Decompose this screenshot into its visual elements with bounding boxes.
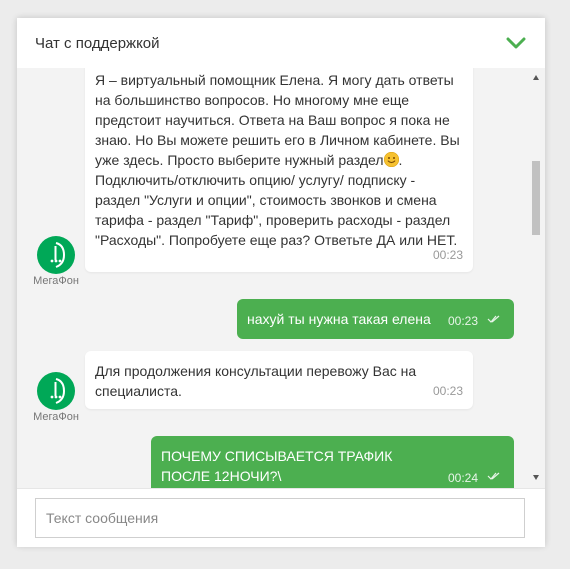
double-check-icon	[487, 315, 500, 323]
chat-header: Чат с поддержкой	[17, 18, 545, 68]
message-time: 00:23	[447, 314, 478, 328]
scroll-up-arrow-icon[interactable]	[533, 75, 539, 80]
sender-name: МегаФон	[33, 275, 79, 287]
message-composer	[17, 488, 545, 547]
message-input[interactable]	[35, 498, 525, 538]
message-time: 00:23	[432, 384, 463, 398]
message-text: Для продолжения консультации перевожу Ва…	[95, 363, 417, 399]
message-list[interactable]: Я – виртуальный помощник Елена. Я могу д…	[17, 68, 545, 488]
chevron-down-icon	[506, 37, 526, 49]
megafon-logo-icon	[50, 242, 66, 268]
collapse-button[interactable]	[503, 30, 529, 56]
message-list-scrollbar[interactable]	[529, 68, 543, 488]
scroll-down-arrow-icon[interactable]	[533, 475, 539, 480]
support-chat-widget: Чат с поддержкой Я – виртуальный помощни…	[17, 18, 545, 547]
megafon-avatar	[37, 236, 75, 274]
scrollbar-thumb[interactable]	[532, 161, 540, 235]
sender-name: МегаФон	[33, 411, 79, 423]
message-text: ПОЧЕМУ СПИСЫВАЕТСЯ ТРАФИК ПОСЛЕ 12НОЧИ?\	[161, 448, 393, 484]
message-time: 00:23	[432, 248, 463, 262]
megafon-avatar	[37, 372, 75, 410]
outgoing-message: ПОЧЕМУ СПИСЫВАЕТСЯ ТРАФИК ПОСЛЕ 12НОЧИ?\…	[151, 436, 514, 488]
outgoing-message: нахуй ты нужна такая елена 00:23	[237, 299, 514, 339]
chat-title: Чат с поддержкой	[35, 35, 160, 52]
message-time: 00:24	[447, 471, 478, 485]
incoming-message: Я – виртуальный помощник Елена. Я могу д…	[85, 68, 473, 272]
incoming-message: Для продолжения консультации перевожу Ва…	[85, 351, 473, 409]
message-text: Я – виртуальный помощник Елена. Я могу д…	[95, 72, 460, 168]
smiling-face-emoji-icon	[383, 152, 399, 167]
double-check-icon	[487, 472, 500, 480]
message-text: нахуй ты нужна такая елена	[247, 311, 431, 327]
megafon-logo-icon	[50, 378, 66, 404]
